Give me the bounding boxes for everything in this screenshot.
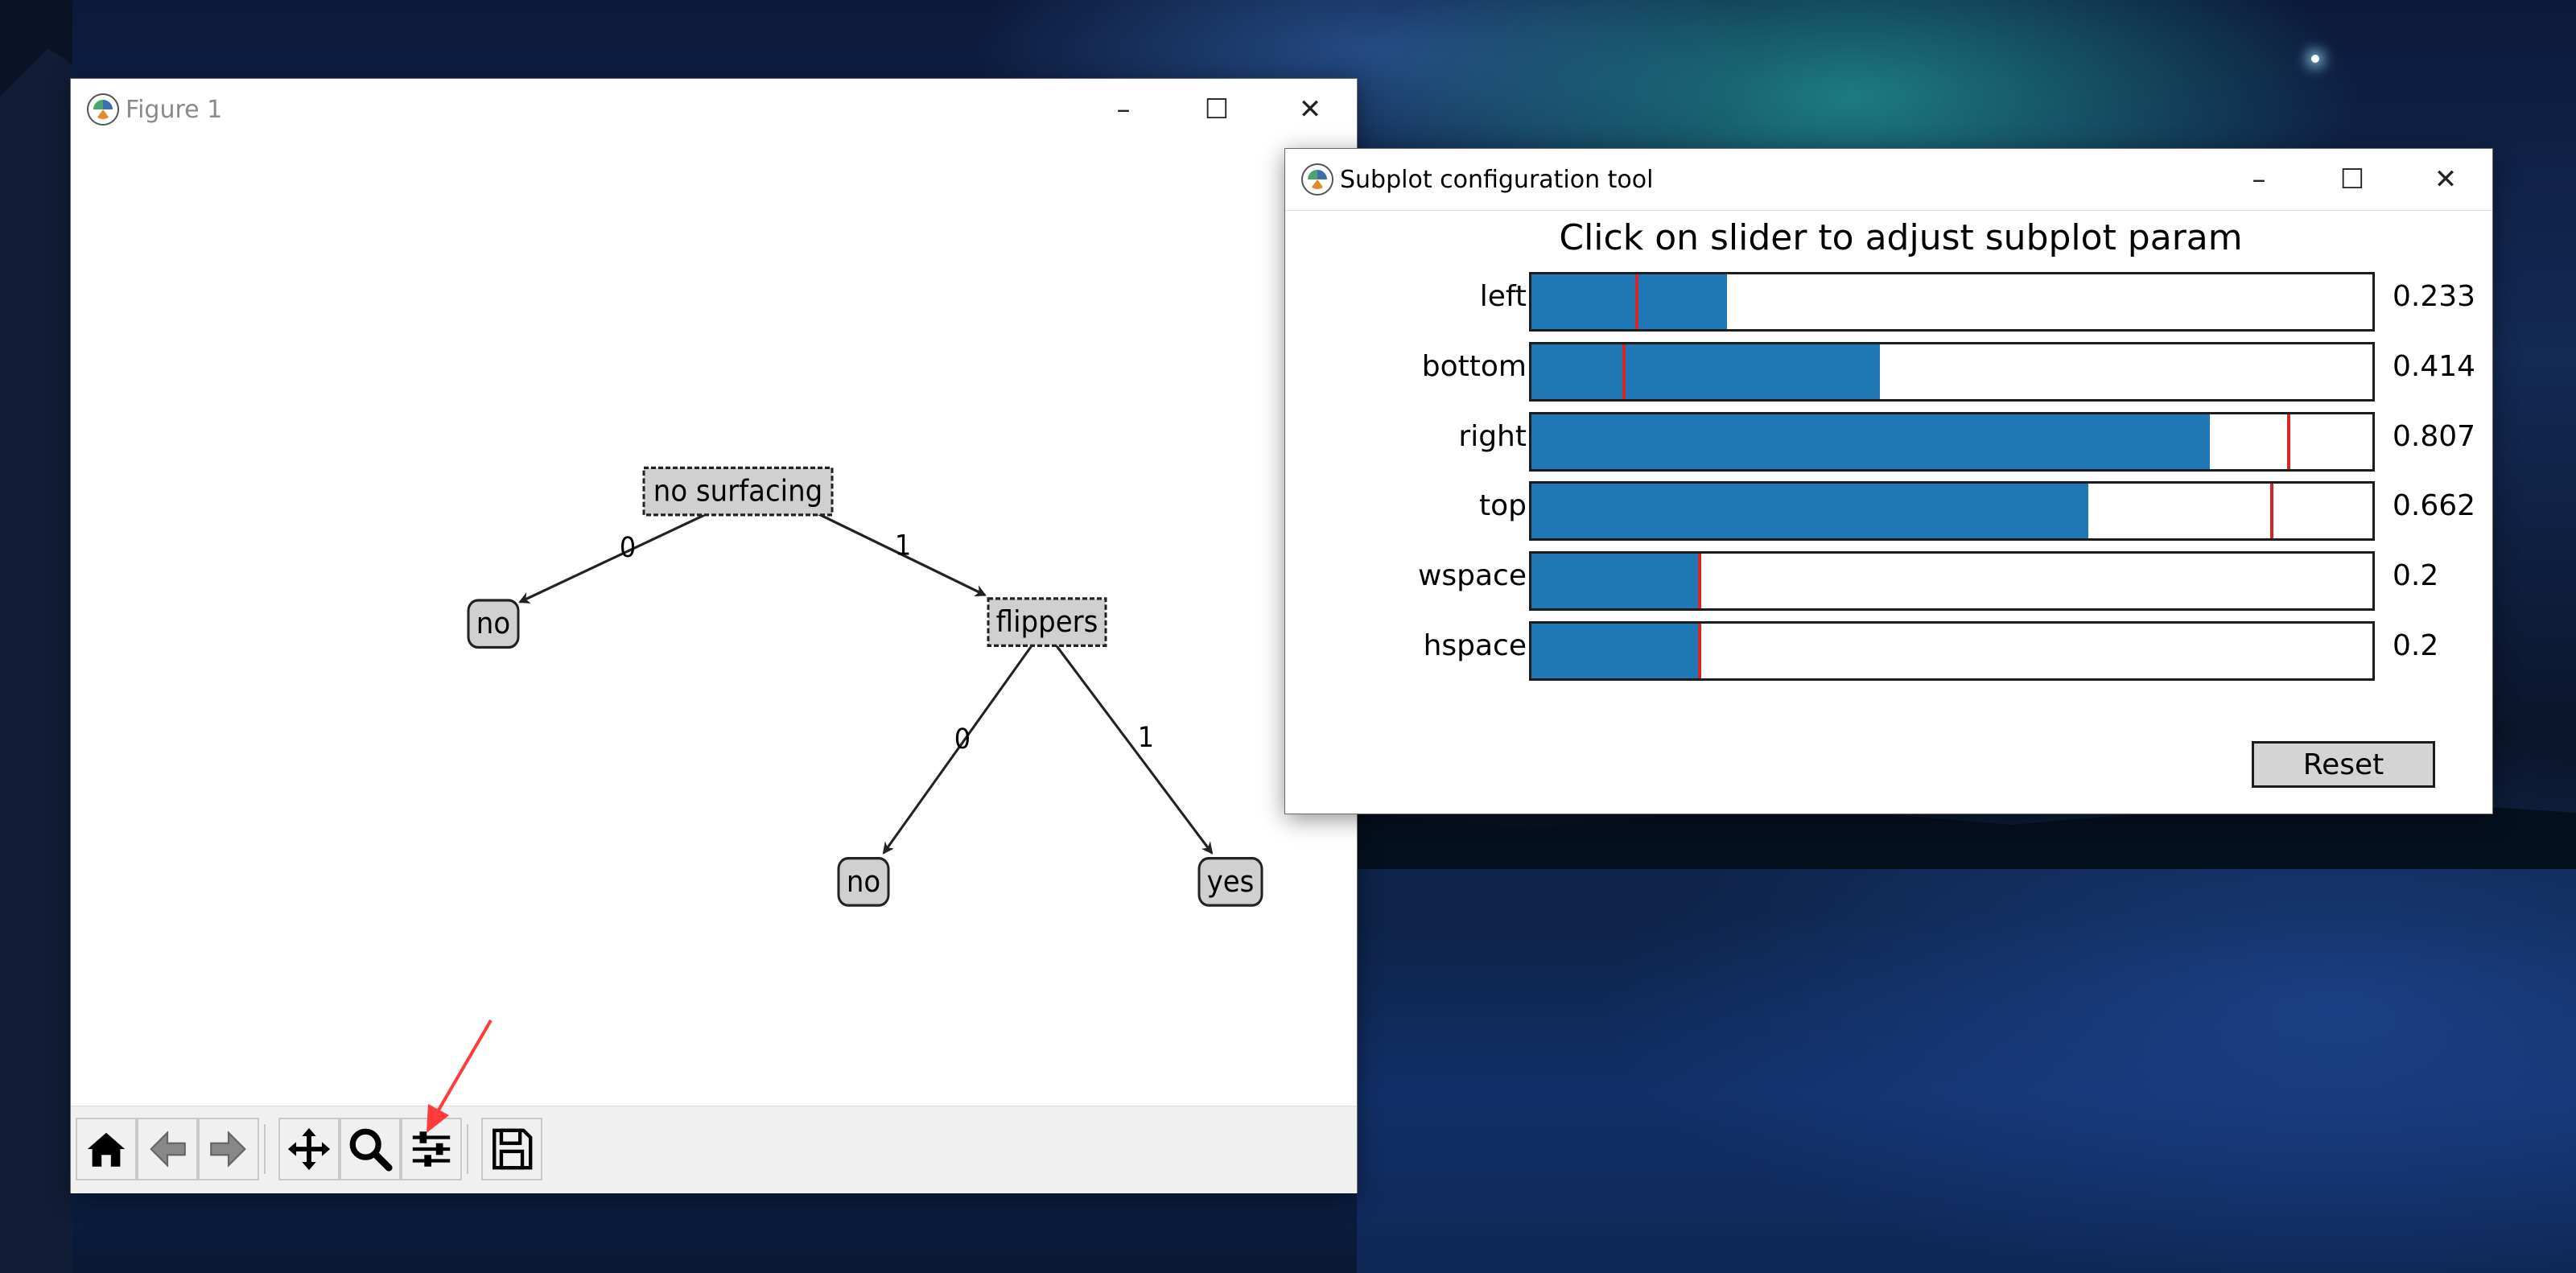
back-arrow-icon [150,1131,186,1168]
slider-fill [1531,554,1700,608]
slider-initial-marker [1698,624,1701,678]
decision-node-flippers: flippers [987,597,1107,647]
annotation-arrow-icon [427,1019,493,1133]
slider-row-wspace: wspace 0.2 [1285,551,2492,611]
subplot-config-window[interactable]: Subplot configuration tool – ☐ ✕ Click o… [1285,149,2492,814]
slider-left[interactable] [1529,272,2375,332]
leaf-node-left: no [467,599,520,649]
config-titlebar[interactable]: Subplot configuration tool – ☐ ✕ [1285,149,2492,210]
slider-hspace[interactable] [1529,621,2375,681]
figure-titlebar[interactable]: Figure 1 – ☐ ✕ [71,79,1357,140]
slider-label: top [1479,489,1527,522]
slider-label: right [1458,420,1527,453]
close-button[interactable]: ✕ [2399,149,2492,210]
svg-text:yes: yes [1207,865,1255,900]
back-button[interactable] [137,1118,198,1180]
slider-row-right: right 0.807 [1285,412,2492,472]
home-button[interactable] [76,1118,137,1180]
slider-fill [1531,344,1880,399]
leaf-node-bottom-right: yes [1197,857,1263,907]
decision-node-root: no surfacing [642,466,834,517]
slider-value: 0.414 [2393,350,2476,383]
matplotlib-logo-icon [1301,163,1333,196]
slider-row-top: top 0.662 [1285,481,2492,541]
forward-arrow-icon [210,1131,246,1168]
edge-label-node-left: 0 [954,723,971,756]
slider-label: bottom [1421,350,1527,383]
slider-label: left [1479,280,1527,313]
figure-window[interactable]: Figure 1 – ☐ ✕ 0 1 0 1 no surfacing no f… [71,79,1357,1193]
slider-fill [1531,414,2211,469]
edge-label-node-right: 1 [1138,721,1154,754]
edge-label-root-right: 1 [895,529,911,562]
slider-fill [1531,274,1728,329]
slider-value: 0.807 [2393,420,2476,453]
slider-initial-marker [2269,484,2273,538]
slider-initial-marker [1622,344,1626,399]
config-title: Subplot configuration tool [1340,165,1654,194]
svg-text:no: no [847,865,880,900]
slider-row-left: left 0.233 [1285,272,2492,332]
toolbar-separator [264,1124,266,1174]
figure-title: Figure 1 [126,95,223,124]
forward-button[interactable] [198,1118,259,1180]
zoom-icon [349,1128,393,1172]
config-canvas: Click on slider to adjust subplot param … [1285,210,2492,814]
svg-text:no: no [476,607,510,641]
pan-button[interactable] [278,1118,340,1180]
slider-bottom[interactable] [1529,342,2375,402]
slider-value: 0.662 [2393,489,2476,522]
close-button[interactable]: ✕ [1263,79,1357,140]
svg-text:no surfacing: no surfacing [653,474,822,509]
figure-canvas[interactable]: 0 1 0 1 no surfacing no flippers no yes [71,140,1357,1186]
slider-value: 0.2 [2393,629,2439,662]
bright-star [2311,55,2319,63]
leaf-node-bottom-left: no [837,857,890,907]
minimize-button[interactable]: – [2212,149,2306,210]
slider-row-hspace: hspace 0.2 [1285,621,2492,681]
slider-initial-marker [1698,554,1701,608]
config-heading: Click on slider to adjust subplot param [1559,217,2243,258]
pan-icon [287,1127,331,1171]
navigation-toolbar [71,1106,1357,1193]
slider-initial-marker [1634,274,1638,329]
slider-value: 0.2 [2393,559,2439,592]
slider-top[interactable] [1529,481,2375,541]
slider-label: hspace [1423,629,1527,662]
slider-row-bottom: bottom 0.414 [1285,342,2492,402]
slider-right[interactable] [1529,412,2375,472]
edge-node-right [1043,628,1214,855]
zoom-button[interactable] [340,1118,401,1180]
slider-fill [1531,624,1700,678]
maximize-button[interactable]: ☐ [1170,79,1263,140]
home-icon [87,1132,126,1167]
slider-fill [1531,484,2088,538]
slider-value: 0.233 [2393,280,2476,313]
slider-initial-marker [2286,414,2290,469]
reset-button[interactable]: Reset [2252,741,2435,788]
slider-label: wspace [1417,559,1527,592]
maximize-button[interactable]: ☐ [2306,149,2399,210]
minimize-button[interactable]: – [1077,79,1170,140]
slider-wspace[interactable] [1529,551,2375,611]
edge-label-root-left: 0 [620,531,636,564]
edge-root-right [794,501,987,597]
svg-text:flippers: flippers [996,605,1098,640]
matplotlib-logo-icon [87,93,119,126]
